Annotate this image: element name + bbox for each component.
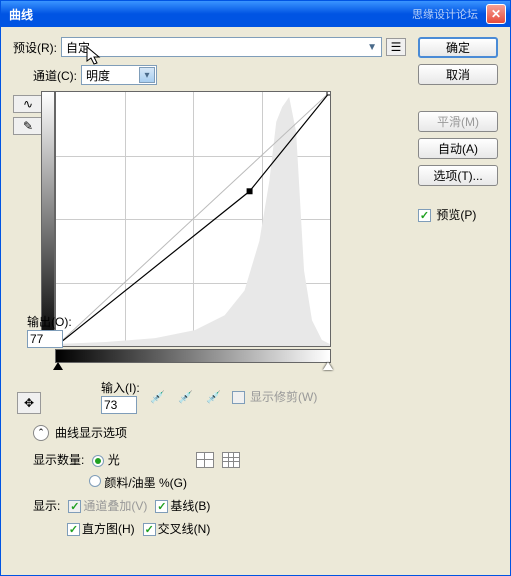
checkbox-icon — [143, 523, 156, 536]
input-input[interactable] — [101, 396, 137, 414]
checkbox-icon — [68, 500, 81, 513]
checkbox-channel-overlay[interactable]: 通道叠加(V) — [68, 497, 147, 514]
checkbox-icon — [155, 500, 168, 513]
smooth-button: 平滑(M) — [418, 111, 498, 132]
channel-select[interactable]: 明度 ▾ — [81, 65, 157, 85]
hand-tool-button[interactable]: ✥ — [17, 392, 41, 414]
output-label: 输出(O): — [27, 313, 72, 330]
display-section-label: 曲线显示选项 — [55, 424, 127, 441]
auto-button[interactable]: 自动(A) — [418, 138, 498, 159]
radio-icon — [92, 455, 104, 467]
chevron-down-icon: ▼ — [367, 42, 377, 53]
radio-icon — [89, 475, 101, 487]
input-label: 输入(I): — [101, 379, 140, 396]
preset-value: 自定 — [66, 39, 90, 56]
black-point-slider[interactable] — [53, 362, 63, 370]
vertical-gradient — [41, 91, 55, 347]
preset-menu-button[interactable]: ☰ — [386, 38, 406, 56]
checkbox-baseline[interactable]: 基线(B) — [155, 497, 210, 514]
checkbox-icon — [232, 391, 245, 404]
curve-tool-pencil[interactable]: ✎ — [13, 117, 43, 135]
close-button[interactable]: ✕ — [486, 4, 506, 24]
channel-label: 通道(C): — [33, 67, 77, 84]
eyedropper-gray-icon[interactable]: 💉 — [176, 388, 196, 406]
checkbox-icon — [67, 523, 80, 536]
preset-label: 预设(R): — [13, 39, 57, 56]
checkbox-intersection[interactable]: 交叉线(N) — [143, 520, 211, 537]
display-amount-label: 显示数量: — [33, 451, 84, 468]
checkbox-histogram[interactable]: 直方图(H) — [67, 520, 135, 537]
grid-large-button[interactable] — [222, 452, 240, 468]
titlebar: 曲线 思缘设计论坛 ✕ — [1, 1, 510, 27]
channel-value: 明度 — [86, 67, 110, 84]
white-point-slider[interactable] — [323, 362, 333, 370]
cancel-button[interactable]: 取消 — [418, 64, 498, 85]
ok-button[interactable]: 确定 — [418, 37, 498, 58]
curve-tool-point[interactable]: ∿ — [13, 95, 43, 113]
eyedropper-white-icon[interactable]: 💉 — [204, 388, 224, 406]
checkbox-icon — [418, 209, 431, 222]
radio-light[interactable]: 光 — [92, 451, 119, 468]
show-label: 显示: — [33, 497, 60, 514]
options-button[interactable]: 选项(T)... — [418, 165, 498, 186]
horizontal-gradient — [55, 349, 331, 363]
curve-grid[interactable] — [55, 91, 331, 347]
grid-small-button[interactable] — [196, 452, 214, 468]
show-clipping-checkbox[interactable]: 显示修剪(W) — [232, 388, 318, 405]
output-input[interactable] — [27, 330, 63, 348]
window-title: 曲线 — [5, 6, 412, 23]
preset-select[interactable]: 自定 ▼ — [61, 37, 382, 57]
curve-editor[interactable]: 输出(O): — [41, 91, 331, 363]
eyedropper-black-icon[interactable]: 💉 — [148, 388, 168, 406]
chevron-down-icon: ▾ — [139, 67, 155, 83]
curve-line — [56, 92, 330, 346]
radio-pigment[interactable]: 颜料/油墨 %(G) — [89, 474, 187, 491]
collapse-toggle-button[interactable]: ⌃ — [33, 425, 49, 441]
watermark-text: 思缘设计论坛 — [412, 6, 478, 22]
preview-checkbox[interactable]: 预览(P) — [418, 206, 498, 223]
